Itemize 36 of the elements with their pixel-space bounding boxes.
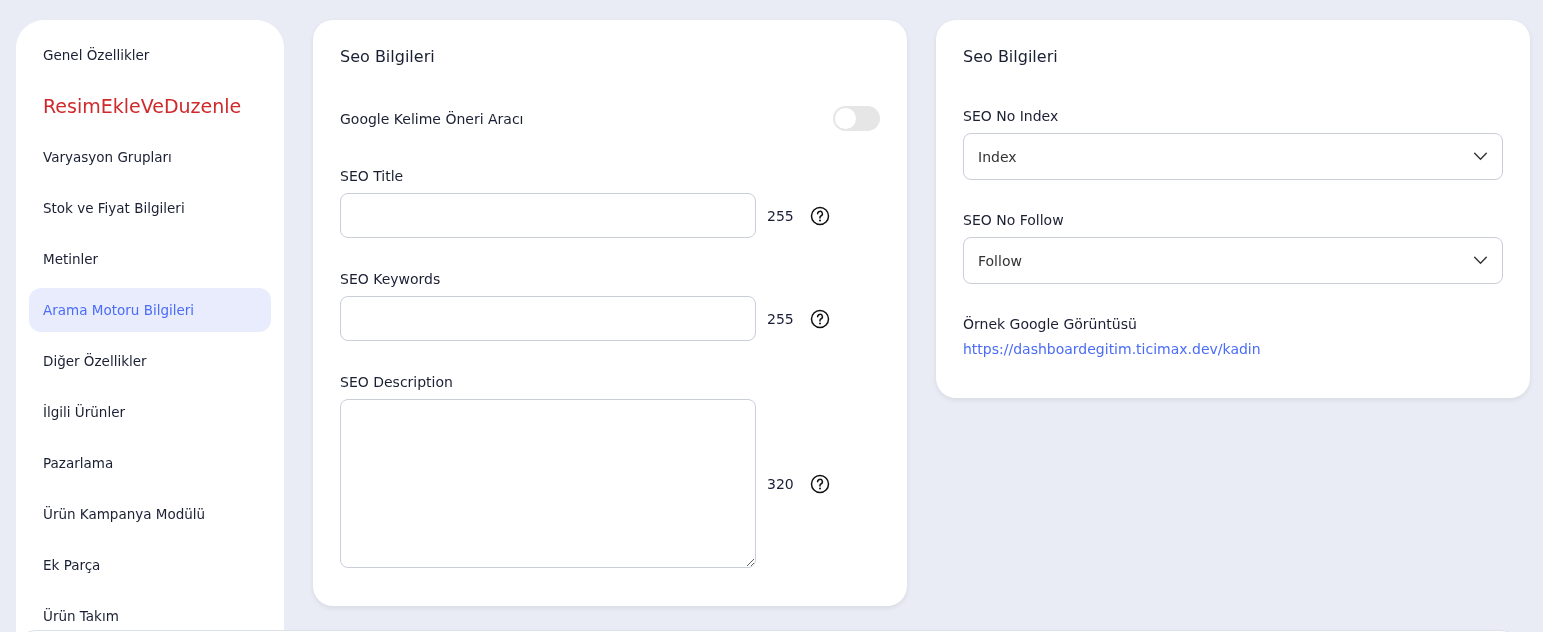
sidebar-item[interactable]: Ürün Kampanya Modülü <box>29 492 271 536</box>
toggle-switch[interactable] <box>833 106 880 131</box>
field-label: SEO Title <box>340 168 405 184</box>
sidebar-item[interactable]: Ürün Takım <box>29 594 271 632</box>
chevron-down-icon <box>1473 256 1488 265</box>
sidebar-item[interactable]: Pazarlama <box>29 441 271 485</box>
sidebar-item[interactable]: Stok ve Fiyat Bilgileri <box>29 186 271 230</box>
field-label: SEO Description <box>340 374 454 390</box>
field-label: SEO No Follow <box>963 212 1065 228</box>
preview-link[interactable]: https://dashboardegitim.ticimax.dev/kadin <box>963 341 1503 357</box>
sidebar-item[interactable]: ResimEkleVeDuzenle <box>29 84 271 128</box>
card-title: Seo Bilgileri <box>340 47 436 66</box>
sidebar-item[interactable]: İlgili Ürünler <box>29 390 271 434</box>
select-field[interactable]: Index <box>963 133 1503 180</box>
help-icon[interactable] <box>810 473 830 494</box>
character-count: 320 <box>767 475 795 492</box>
chevron-down-icon <box>1473 152 1488 161</box>
card-title: Seo Bilgileri <box>963 47 1059 66</box>
help-icon[interactable] <box>810 308 830 329</box>
field-label: SEO Keywords <box>340 271 442 287</box>
sidebar-item[interactable]: Genel Özellikler <box>29 33 271 77</box>
sidebar-item[interactable]: Metinler <box>29 237 271 281</box>
character-count: 255 <box>767 207 795 224</box>
toggle-label: Google Kelime Öneri Aracı <box>340 110 524 127</box>
select-field[interactable]: Follow <box>963 237 1503 284</box>
sidebar-item[interactable]: Ek Parça <box>29 543 271 587</box>
help-icon[interactable] <box>810 205 830 226</box>
input-field[interactable] <box>340 193 756 238</box>
field-label: SEO No Index <box>963 108 1060 124</box>
sidebar-item[interactable]: Diğer Özellikler <box>29 339 271 383</box>
sidebar-item[interactable]: Varyasyon Grupları <box>29 135 271 179</box>
preview-label: Örnek Google Görüntüsü <box>963 316 1138 332</box>
text-area[interactable] <box>340 399 756 568</box>
character-count: 255 <box>767 310 795 327</box>
sidebar-item[interactable]: Arama Motoru Bilgileri <box>29 288 271 332</box>
input-field[interactable] <box>340 296 756 341</box>
